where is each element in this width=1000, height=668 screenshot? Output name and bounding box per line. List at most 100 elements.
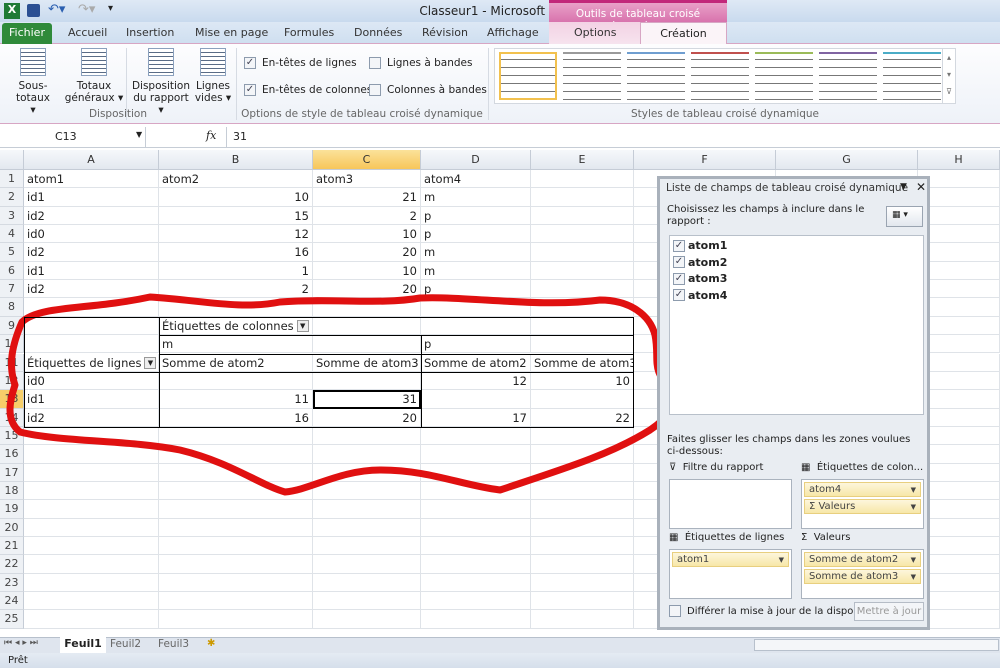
tab-fichier[interactable]: Fichier (2, 23, 52, 44)
cell-H13[interactable] (918, 390, 1000, 409)
cell-D16[interactable] (421, 445, 531, 464)
row-header-6[interactable]: 6 (0, 261, 24, 281)
row-header-14[interactable]: 14 (0, 408, 24, 427)
cell-E20[interactable] (531, 518, 634, 537)
cell-C19[interactable] (313, 500, 421, 519)
tab-creation[interactable]: Création (640, 22, 727, 45)
row-header-15[interactable]: 15 (0, 426, 24, 446)
row-header-7[interactable]: 7 (0, 280, 24, 299)
cell-C22[interactable] (313, 555, 421, 574)
cell-D14[interactable]: 17 (421, 408, 531, 427)
cell-B2[interactable]: 10 (159, 188, 313, 207)
cell-B14[interactable]: 16 (159, 408, 313, 427)
cell-A17[interactable] (24, 463, 159, 482)
cell-B15[interactable] (159, 426, 313, 446)
cell-A14[interactable]: id2 (24, 408, 159, 427)
cell-D24[interactable] (421, 592, 531, 611)
horizontal-scrollbar[interactable] (754, 639, 999, 651)
cell-C20[interactable] (313, 518, 421, 537)
cell-C3[interactable]: 2 (313, 206, 421, 226)
cell-C13[interactable]: 31 (313, 390, 421, 409)
cell-D9[interactable] (421, 316, 531, 336)
zone-item[interactable]: atom4 ▼ (804, 482, 921, 497)
cell-A4[interactable]: id0 (24, 225, 159, 244)
zone-item[interactable]: Somme de atom2 ▼ (804, 552, 921, 567)
row-header-4[interactable]: 4 (0, 225, 24, 244)
panel-menu-icon[interactable]: ▼ (900, 182, 907, 192)
row-header-20[interactable]: 20 (0, 518, 24, 537)
cell-E9[interactable] (531, 316, 634, 336)
zone-item[interactable]: Somme de atom3 ▼ (804, 569, 921, 584)
cell-H21[interactable] (918, 537, 1000, 556)
cell-B3[interactable]: 15 (159, 206, 313, 226)
cell-A11[interactable]: Étiquettes de lignes ▼ (24, 353, 159, 372)
cell-A22[interactable] (24, 555, 159, 574)
cell-C4[interactable]: 10 (313, 225, 421, 244)
lignes-vides-button[interactable]: Lignes vides ▾ (193, 48, 233, 104)
cell-E1[interactable] (531, 170, 634, 189)
cell-D2[interactable]: m (421, 188, 531, 207)
formula-input[interactable]: 31 (233, 130, 247, 143)
cell-D23[interactable] (421, 573, 531, 593)
row-header-17[interactable]: 17 (0, 463, 24, 482)
cell-B17[interactable] (159, 463, 313, 482)
cell-C11[interactable]: Somme de atom3 (313, 353, 421, 372)
cell-H7[interactable] (918, 280, 1000, 299)
column-header-e[interactable]: E (531, 150, 634, 170)
cell-B19[interactable] (159, 500, 313, 519)
cell-A9[interactable] (24, 316, 159, 336)
row-header-8[interactable]: 8 (0, 298, 24, 317)
layout-options-button[interactable]: ▦ ▾ (886, 206, 923, 227)
cell-A5[interactable]: id2 (24, 243, 159, 262)
sheet-tab-feuil2[interactable]: Feuil2 (110, 638, 141, 650)
column-header-a[interactable]: A (24, 150, 159, 170)
cell-H18[interactable] (918, 481, 1000, 501)
cell-B20[interactable] (159, 518, 313, 537)
filter-dropdown-icon[interactable]: ▼ (296, 320, 309, 333)
cell-B25[interactable] (159, 610, 313, 629)
cell-E2[interactable] (531, 188, 634, 207)
cell-D3[interactable]: p (421, 206, 531, 226)
column-header-c[interactable]: C (313, 150, 421, 170)
colonnes-bandes-checkbox[interactable]: Colonnes à bandes (369, 84, 487, 96)
cell-B10[interactable]: m (159, 335, 313, 354)
cell-E19[interactable] (531, 500, 634, 519)
cell-A18[interactable] (24, 481, 159, 501)
cell-E16[interactable] (531, 445, 634, 464)
cell-A16[interactable] (24, 445, 159, 464)
cell-C6[interactable]: 10 (313, 261, 421, 281)
row-header-5[interactable]: 5 (0, 243, 24, 262)
cell-B21[interactable] (159, 537, 313, 556)
tab-options[interactable]: Options (574, 26, 616, 39)
row-header-13[interactable]: 13 (0, 390, 24, 409)
cell-E5[interactable] (531, 243, 634, 262)
cell-D12[interactable]: 12 (421, 371, 531, 391)
row-header-9[interactable]: 9 (0, 316, 24, 336)
zone-item[interactable]: atom1 ▼ (672, 552, 789, 567)
row-header-16[interactable]: 16 (0, 445, 24, 464)
cell-D8[interactable] (421, 298, 531, 317)
dropdown-icon[interactable]: ▼ (779, 556, 784, 564)
row-header-10[interactable]: 10 (0, 335, 24, 354)
row-header-19[interactable]: 19 (0, 500, 24, 519)
cell-A3[interactable]: id2 (24, 206, 159, 226)
close-icon[interactable]: ✕ (916, 180, 926, 194)
zone-item[interactable]: Σ Valeurs ▼ (804, 499, 921, 514)
en-tetes-colonnes-checkbox[interactable]: ✓ En-têtes de colonnes (244, 84, 372, 96)
row-header-12[interactable]: 12 (0, 371, 24, 391)
cell-E7[interactable] (531, 280, 634, 299)
cell-A23[interactable] (24, 573, 159, 593)
cell-E3[interactable] (531, 206, 634, 226)
tab-accueil[interactable]: Accueil (68, 26, 107, 39)
cell-H6[interactable] (918, 261, 1000, 281)
row-header-3[interactable]: 3 (0, 206, 24, 226)
cell-A25[interactable] (24, 610, 159, 629)
cell-C21[interactable] (313, 537, 421, 556)
cell-H10[interactable] (918, 335, 1000, 354)
cell-B18[interactable] (159, 481, 313, 501)
row-header-11[interactable]: 11 (0, 353, 24, 372)
pivot-style-6[interactable] (819, 52, 877, 100)
pivot-style-7[interactable] (883, 52, 941, 100)
field-atom4[interactable]: ✓ atom4 (673, 289, 727, 302)
dropdown-icon[interactable]: ▼ (911, 556, 916, 564)
